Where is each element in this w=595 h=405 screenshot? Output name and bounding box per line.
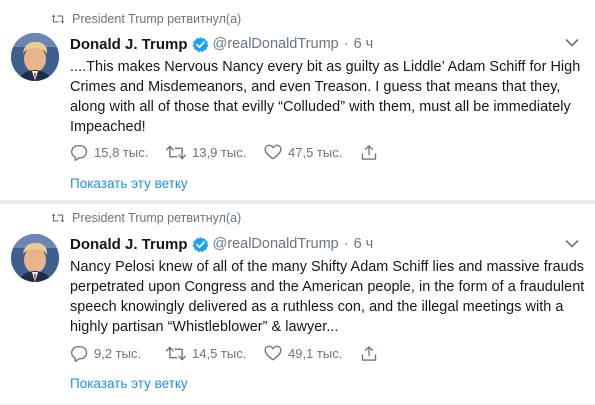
avatar[interactable] (11, 234, 59, 282)
avatar[interactable] (11, 33, 59, 81)
chevron-down-icon[interactable] (565, 239, 579, 249)
retweet-icon (51, 14, 65, 24)
separator-dot: · (343, 36, 349, 52)
author-handle[interactable]: @realDonaldTrump (213, 36, 339, 52)
reply-button[interactable]: 9,2 тыс. (70, 345, 166, 362)
tweet[interactable]: President Trump ретвитнул(а) Donald J. T… (0, 0, 595, 201)
retweeted-by-line: President Trump ретвитнул(а) (51, 10, 241, 28)
tweet-header: Donald J. Trump @realDonaldTrump · 6 ч (70, 33, 373, 55)
chevron-down-icon[interactable] (565, 38, 579, 48)
retweet-icon (166, 346, 186, 360)
retweet-button[interactable]: 13,9 тыс. (166, 144, 264, 161)
reply-button[interactable]: 15,8 тыс. (70, 144, 166, 161)
tweet-timestamp[interactable]: 6 ч (354, 236, 374, 252)
retweet-count: 13,9 тыс. (192, 144, 247, 160)
reply-icon (71, 144, 88, 161)
retweet-icon (51, 213, 65, 223)
reply-icon (71, 345, 88, 362)
author-name[interactable]: Donald J. Trump (70, 236, 188, 253)
retweet-button[interactable]: 14,5 тыс. (166, 345, 264, 362)
retweet-count: 14,5 тыс. (192, 345, 247, 361)
verified-badge-icon (192, 36, 209, 52)
share-icon (361, 144, 377, 160)
avatar-image (11, 234, 59, 282)
like-count: 47,5 тыс. (288, 144, 343, 160)
separator-dot: · (343, 236, 349, 252)
author-name[interactable]: Donald J. Trump (70, 36, 188, 53)
tweet-header: Donald J. Trump @realDonaldTrump · 6 ч (70, 233, 373, 255)
tweet-actions: 15,8 тыс. 13,9 тыс. 47,5 тыс. (70, 141, 377, 163)
share-icon (361, 345, 377, 361)
tweet-actions: 9,2 тыс. 14,5 тыс. 49,1 тыс. (70, 342, 377, 364)
like-count: 49,1 тыс. (288, 345, 343, 361)
author-handle[interactable]: @realDonaldTrump (213, 236, 339, 252)
share-button[interactable] (361, 144, 377, 161)
like-button[interactable]: 49,1 тыс. (264, 345, 361, 361)
share-button[interactable] (361, 345, 377, 362)
tweet[interactable]: President Trump ретвитнул(а) Donald J. T… (0, 202, 595, 405)
reply-count: 9,2 тыс. (94, 345, 142, 361)
retweeted-by-line: President Trump ретвитнул(а) (51, 209, 241, 227)
verified-badge-icon (192, 236, 209, 252)
avatar-image (11, 33, 59, 81)
heart-icon (264, 144, 282, 160)
show-thread-link[interactable]: Показать эту ветку (70, 176, 188, 191)
like-button[interactable]: 47,5 тыс. (264, 144, 361, 160)
tweet-text: Nancy Pelosi knew of all of the many Shi… (70, 259, 585, 335)
tweet-text: ....This makes Nervous Nancy every bit a… (70, 59, 581, 135)
tweet-timestamp[interactable]: 6 ч (354, 36, 374, 52)
heart-icon (264, 345, 282, 361)
reply-count: 15,8 тыс. (94, 144, 149, 160)
retweeted-by-text: President Trump ретвитнул(а) (72, 12, 242, 26)
show-thread-link[interactable]: Показать эту ветку (70, 376, 188, 391)
retweeted-by-text: President Trump ретвитнул(а) (72, 211, 242, 225)
retweet-icon (166, 145, 186, 159)
